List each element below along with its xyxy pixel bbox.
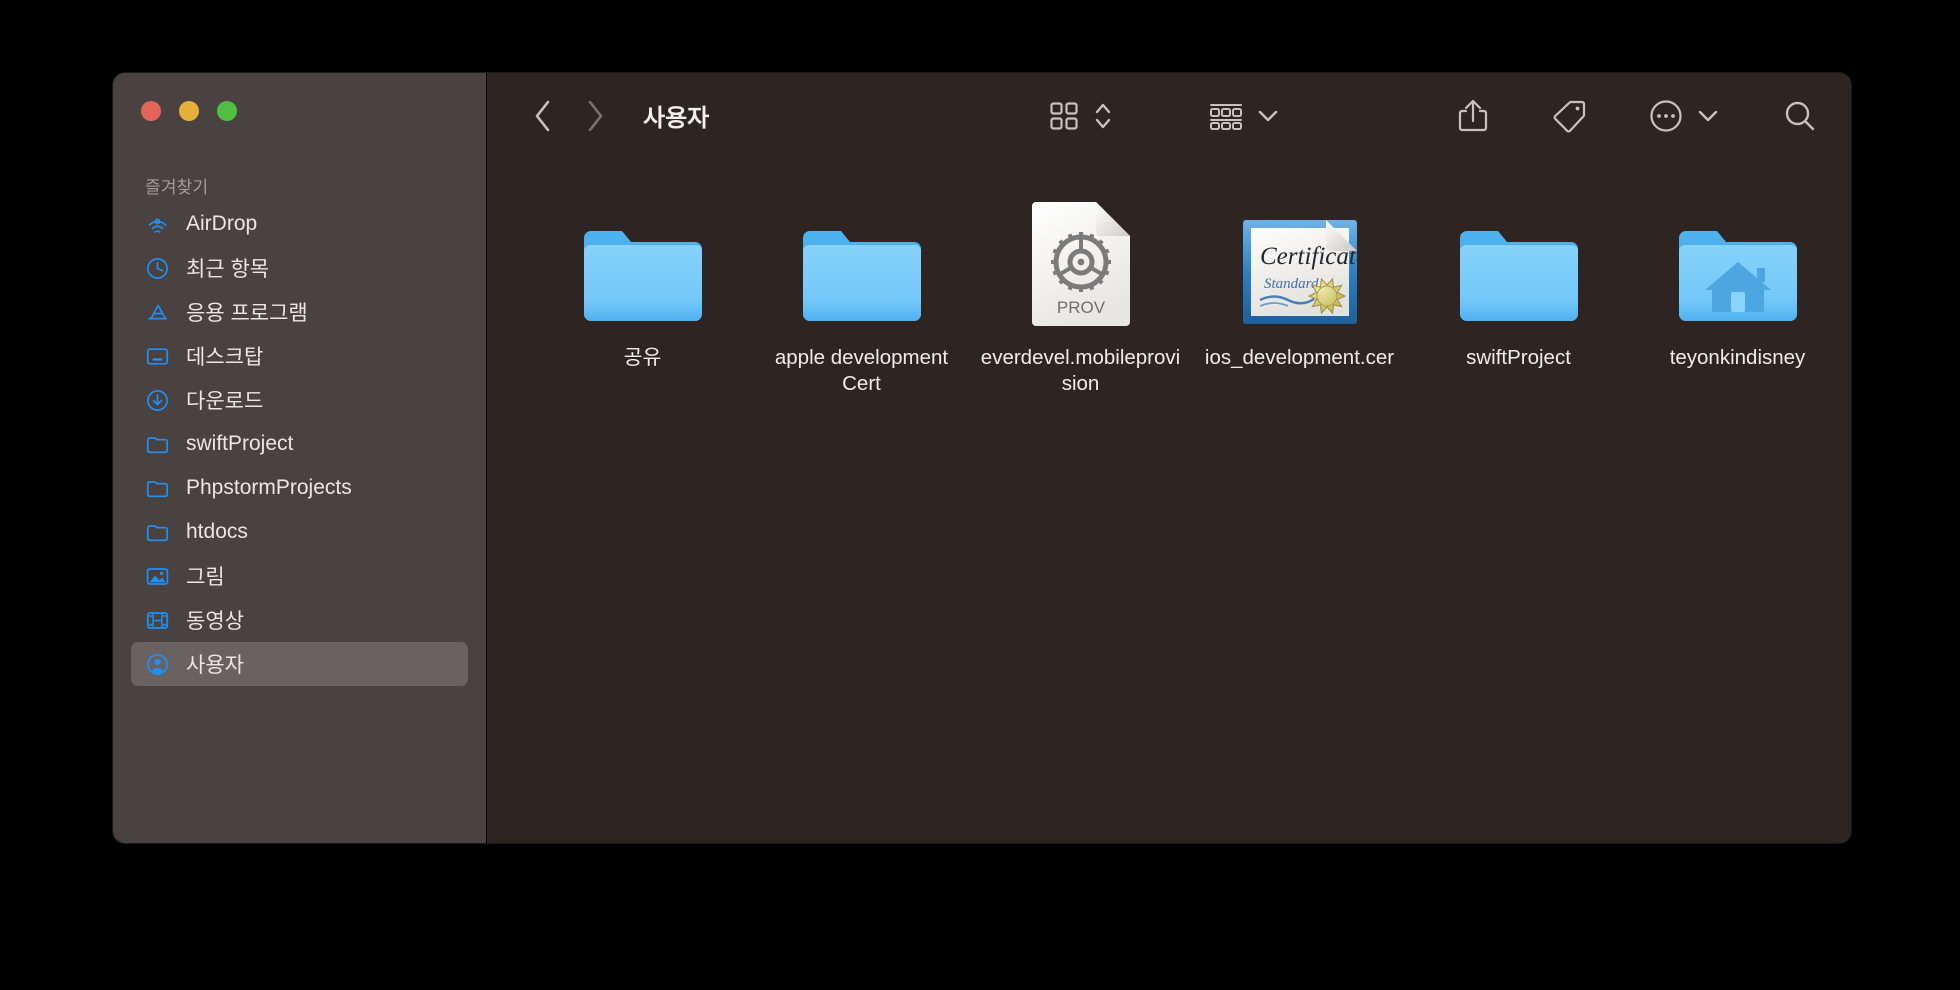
- sidebar-item-데스크탑[interactable]: 데스크탑: [131, 334, 468, 378]
- chevron-left-icon[interactable]: [517, 90, 569, 142]
- pictures-icon: [145, 564, 170, 589]
- folder-icon[interactable]: [578, 210, 708, 328]
- chevron-down-icon[interactable]: [1695, 103, 1721, 129]
- user-icon: [145, 652, 170, 677]
- folder-icon: [145, 520, 170, 545]
- sidebar-item-label: swiftProject: [186, 432, 294, 455]
- toolbar-right-group: [1457, 98, 1817, 134]
- sidebar-item-label: 데스크탑: [186, 346, 264, 369]
- download-icon: [145, 388, 170, 413]
- sidebar: 즐겨찾기 AirDrop 최근 항목 응용 프로그램 데스크탑 다운로드 swift…: [113, 73, 486, 843]
- sidebar-item-다운로드[interactable]: 다운로드: [131, 378, 468, 422]
- sidebar-item-phpstormprojects[interactable]: PhpstormProjects: [131, 466, 468, 510]
- file-item[interactable]: teyonkindisney: [1628, 210, 1847, 371]
- ellipsis-circle-icon[interactable]: [1649, 99, 1683, 133]
- file-label: swiftProject: [1466, 346, 1571, 369]
- sidebar-item-label: AirDrop: [186, 212, 258, 235]
- sidebar-item-label: 동영상: [186, 610, 244, 633]
- sidebar-item-label: 다운로드: [186, 390, 264, 413]
- file-label: apple development Cert: [774, 346, 949, 396]
- icon-view-grid-icon[interactable]: [1049, 101, 1079, 131]
- share-icon[interactable]: [1457, 98, 1489, 134]
- file-grid: 공유 apple development Cert PROV everdevel…: [487, 158, 1851, 843]
- main-pane: 사용자 공유 apple development Cert PROV everd…: [486, 73, 1851, 843]
- file-item[interactable]: PROV everdevel.mobileprovision: [971, 202, 1190, 397]
- finder-window: 즐겨찾기 AirDrop 최근 항목 응용 프로그램 데스크탑 다운로드 swift…: [113, 73, 1851, 843]
- close-button[interactable]: [141, 101, 161, 121]
- search-icon[interactable]: [1783, 99, 1817, 133]
- zoom-button[interactable]: [217, 101, 237, 121]
- folder-icon[interactable]: [1454, 210, 1584, 328]
- group-items-icon[interactable]: [1209, 101, 1243, 131]
- certificate-icon[interactable]: Certificate Standard: [1240, 210, 1360, 328]
- movies-icon: [145, 608, 170, 633]
- sidebar-item-airdrop[interactable]: AirDrop: [131, 202, 468, 246]
- svg-text:Standard: Standard: [1264, 276, 1319, 292]
- tag-icon[interactable]: [1551, 99, 1587, 133]
- folder-icon: [145, 476, 170, 501]
- applications-icon: [145, 300, 170, 325]
- provisioning-profile-icon[interactable]: PROV: [1028, 202, 1134, 328]
- file-item[interactable]: swiftProject: [1409, 210, 1628, 371]
- sidebar-item-label: 응용 프로그램: [186, 302, 308, 325]
- file-label: everdevel.mobileprovision: [980, 346, 1181, 396]
- sidebar-item-응용-프로그램[interactable]: 응용 프로그램: [131, 290, 468, 334]
- chevron-right-icon[interactable]: [569, 90, 621, 142]
- sidebar-item-동영상[interactable]: 동영상: [131, 598, 468, 642]
- clock-icon: [145, 256, 170, 281]
- file-label: teyonkindisney: [1669, 346, 1806, 369]
- folder-icon[interactable]: [797, 210, 927, 328]
- folder-icon: [145, 432, 170, 457]
- desktop-icon: [145, 344, 170, 369]
- sidebar-item-label: 그림: [186, 566, 225, 589]
- chevron-down-icon[interactable]: [1255, 103, 1281, 129]
- file-label: 공유: [623, 346, 662, 369]
- svg-text:PROV: PROV: [1056, 298, 1105, 317]
- minimize-button[interactable]: [179, 101, 199, 121]
- toolbar: 사용자: [487, 73, 1851, 158]
- window-controls: [113, 73, 486, 121]
- sidebar-item-label: 사용자: [186, 654, 244, 677]
- sidebar-section-title: 즐겨찾기: [145, 178, 209, 197]
- file-item[interactable]: 공유: [533, 210, 752, 371]
- sidebar-item-htdocs[interactable]: htdocs: [131, 510, 468, 554]
- sidebar-item-최근-항목[interactable]: 최근 항목: [131, 246, 468, 290]
- sidebar-item-label: 최근 항목: [186, 258, 270, 281]
- sidebar-item-label: PhpstormProjects: [186, 476, 352, 499]
- file-item[interactable]: Certificate Standard ios_development.cer: [1190, 210, 1409, 371]
- file-item[interactable]: apple development Cert: [752, 210, 971, 397]
- sidebar-list: AirDrop 최근 항목 응용 프로그램 데스크탑 다운로드 swiftProje…: [113, 202, 486, 686]
- sidebar-item-label: htdocs: [186, 520, 248, 543]
- sidebar-item-그림[interactable]: 그림: [131, 554, 468, 598]
- page-title: 사용자: [643, 105, 710, 132]
- sidebar-item-swiftproject[interactable]: swiftProject: [131, 422, 468, 466]
- sidebar-item-사용자[interactable]: 사용자: [131, 642, 468, 686]
- chevron-up-down-icon[interactable]: [1093, 100, 1113, 132]
- airdrop-icon: [145, 212, 170, 237]
- home-folder-icon[interactable]: [1673, 210, 1803, 328]
- file-label: ios_development.cer: [1204, 346, 1395, 369]
